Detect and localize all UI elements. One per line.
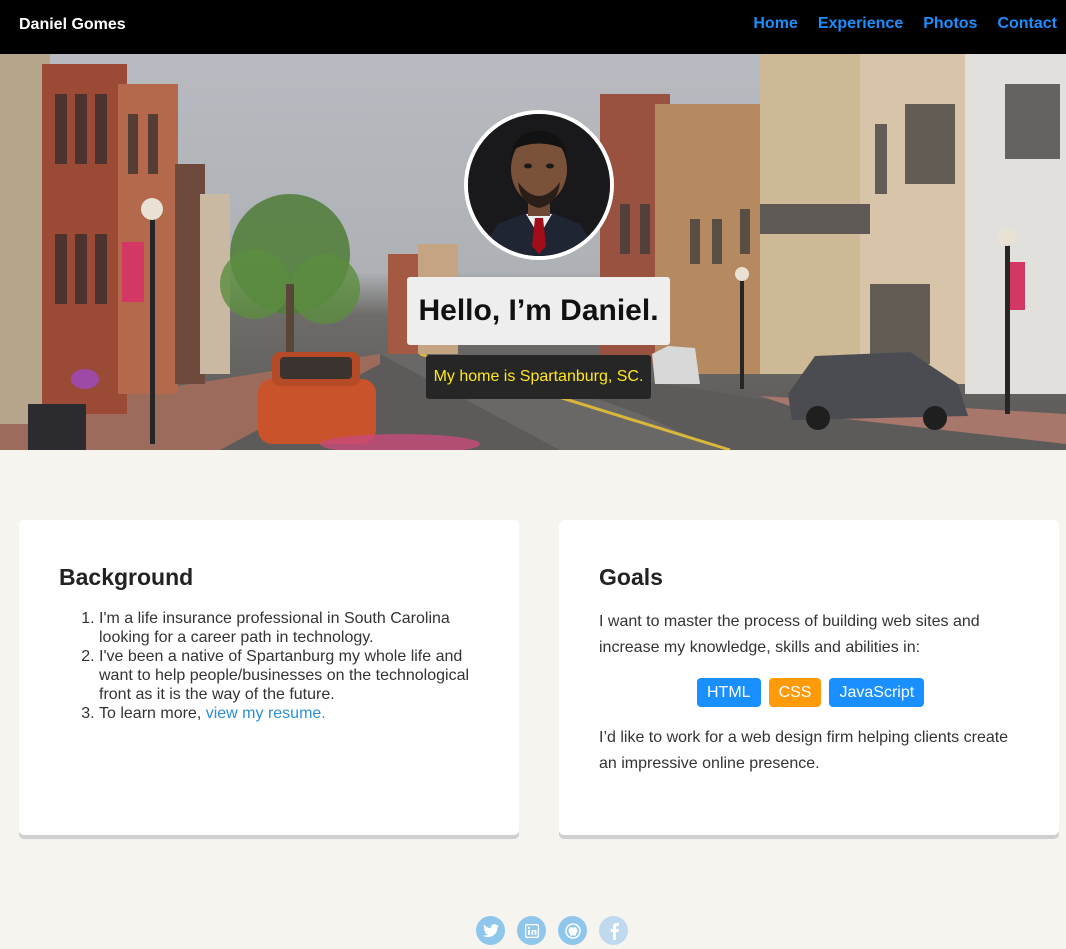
twitter-icon[interactable] — [476, 916, 505, 945]
background-title: Background — [59, 564, 194, 590]
background-card: Background I'm a life insurance professi… — [19, 520, 519, 835]
github-icon[interactable] — [558, 916, 587, 945]
goals-outro: I’d like to work for a web design firm h… — [599, 729, 1009, 772]
tag-html: HTML — [697, 678, 761, 707]
nav-experience-link[interactable]: Experience — [818, 15, 903, 33]
nav-contact-link[interactable]: Contact — [997, 15, 1057, 33]
linkedin-icon[interactable] — [517, 916, 546, 945]
list-item: I'm a life insurance professional in Sou… — [99, 609, 489, 647]
profile-photo — [464, 110, 614, 260]
background-list: I'm a life insurance professional in Sou… — [99, 609, 489, 723]
goals-intro: I want to master the process of building… — [599, 613, 980, 656]
brand-name[interactable]: Daniel Gomes — [19, 16, 126, 34]
list-item-text: To learn more, — [99, 705, 206, 722]
tag-css: CSS — [768, 678, 822, 707]
facebook-icon[interactable] — [599, 916, 628, 945]
goals-card: Goals I want to master the process of bu… — [559, 520, 1059, 835]
hero-banner: Hello, I’m Daniel. My home is Spartanbur… — [0, 54, 1066, 450]
hero-location: My home is Spartanburg, SC. — [426, 355, 651, 399]
nav-links: Home Experience Photos Contact — [753, 15, 1057, 33]
list-item: I've been a native of Spartanburg my who… — [99, 647, 489, 704]
social-links — [476, 916, 628, 945]
tag-javascript: JavaScript — [829, 678, 925, 707]
nav-photos-link[interactable]: Photos — [923, 15, 977, 33]
list-item: To learn more, view my resume. — [99, 704, 489, 723]
skill-tags: HTML CSS JavaScript — [697, 678, 925, 707]
profile-photo-image — [468, 114, 610, 256]
nav-home-link[interactable]: Home — [753, 15, 797, 33]
resume-link[interactable]: view my resume. — [206, 705, 326, 722]
goals-title: Goals — [599, 564, 663, 590]
top-navbar: Daniel Gomes Home Experience Photos Cont… — [0, 0, 1066, 54]
hero-greeting: Hello, I’m Daniel. — [407, 277, 670, 345]
